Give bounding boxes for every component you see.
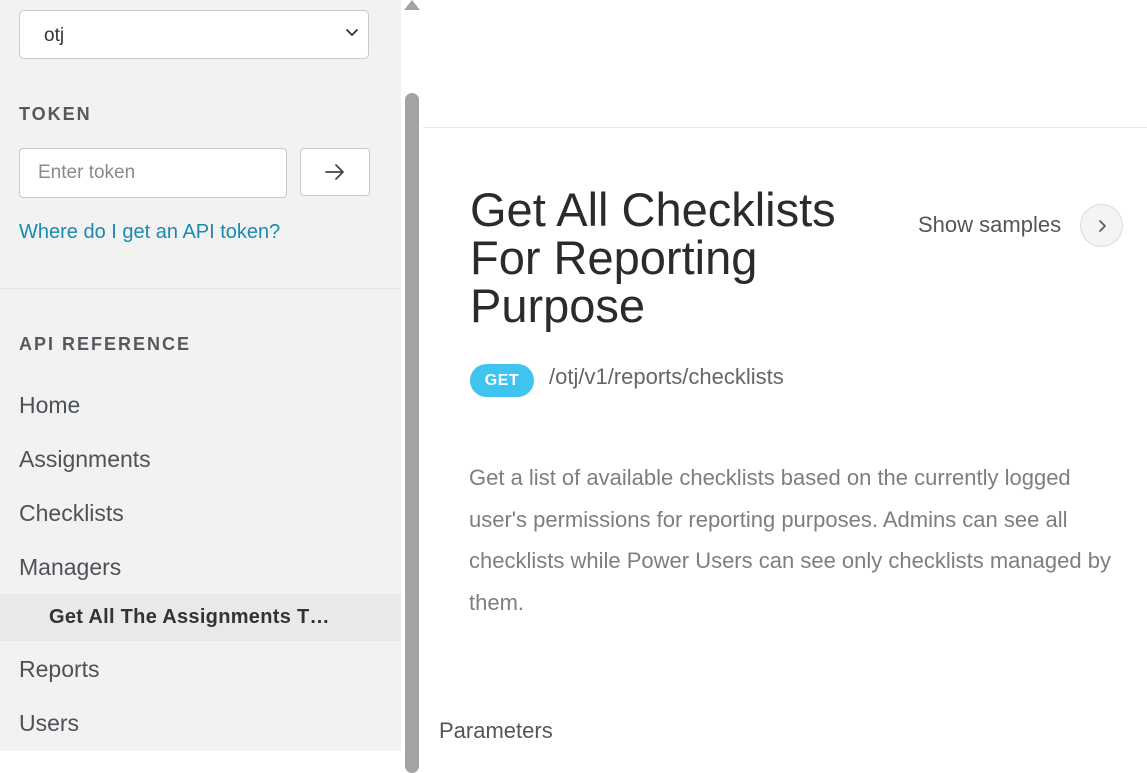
api-token-help-link[interactable]: Where do I get an API token? (19, 221, 280, 244)
token-input[interactable] (19, 148, 287, 198)
nav-subitem-active[interactable]: Get All The Assignments T… (0, 594, 401, 641)
sidebar: otj TOKEN Where do I get an API token? A… (0, 0, 401, 751)
show-samples-label: Show samples (918, 212, 1062, 237)
arrow-right-icon (325, 164, 344, 180)
version-select-value: otj (44, 25, 65, 46)
scroll-up-arrow-icon[interactable] (404, 0, 420, 10)
sidebar-divider (0, 288, 401, 289)
header-divider (423, 127, 1147, 128)
nav-item-reports[interactable]: Reports (19, 656, 100, 683)
endpoint-path: /otj/v1/reports/checklists (549, 364, 784, 389)
parameters-heading: Parameters (439, 718, 553, 743)
chevron-right-icon (1099, 220, 1106, 232)
nav-item-checklists[interactable]: Checklists (19, 500, 124, 527)
http-method-badge: GET (470, 364, 534, 397)
show-samples-button[interactable] (1080, 204, 1123, 247)
endpoint-description: Get a list of available checklists based… (469, 465, 1111, 615)
nav-subitem-label: Get All The Assignments T… (49, 606, 330, 628)
nav-item-users[interactable]: Users (19, 710, 79, 737)
api-reference-label: API REFERENCE (19, 334, 192, 354)
page-title: Get All Checklists For Reporting Purpose (470, 183, 836, 332)
nav-item-home[interactable]: Home (19, 392, 80, 419)
nav-item-assignments[interactable]: Assignments (19, 446, 151, 473)
nav-item-managers[interactable]: Managers (19, 554, 121, 581)
chevron-down-icon (346, 29, 358, 36)
version-select[interactable]: otj (19, 10, 369, 59)
token-submit-button[interactable] (300, 148, 370, 196)
token-section-label: TOKEN (19, 104, 92, 124)
sidebar-scrollbar-thumb[interactable] (405, 93, 419, 773)
